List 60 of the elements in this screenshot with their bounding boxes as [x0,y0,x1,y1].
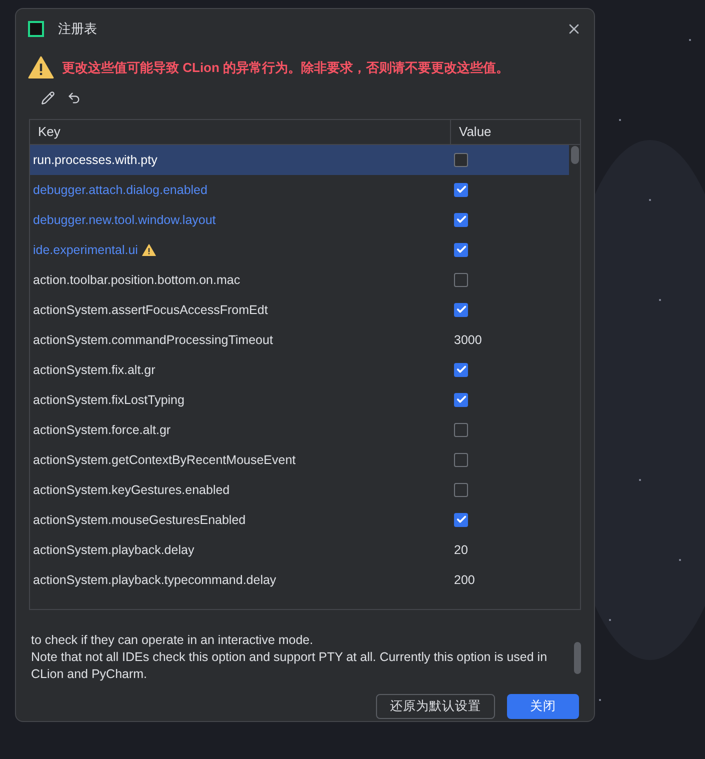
key-text: debugger.attach.dialog.enabled [33,182,208,199]
table-row[interactable]: run.processes.with.pty [30,144,569,175]
checkbox[interactable] [454,152,468,167]
checkbox[interactable] [454,422,468,437]
key-text: actionSystem.keyGestures.enabled [33,482,230,499]
checkbox[interactable] [454,272,468,287]
table-row[interactable]: actionSystem.getContextByRecentMouseEvent [30,444,569,475]
key-text: actionSystem.mouseGesturesEnabled [33,512,246,529]
app-logo-icon [28,21,44,37]
checkbox[interactable] [454,392,468,407]
value-cell: 20 [454,542,468,557]
value-cell: 3000 [454,332,482,347]
checkbox[interactable] [454,302,468,317]
close-button[interactable]: 关闭 [507,694,579,719]
key-text: actionSystem.force.alt.gr [33,422,171,439]
key-text: action.toolbar.position.bottom.on.mac [33,272,240,289]
checkbox[interactable] [454,482,468,497]
table-row[interactable]: actionSystem.fixLostTyping [30,384,569,415]
warning-icon [142,244,156,256]
column-header: Key [30,120,451,144]
key-text: ide.experimental.ui [33,242,138,259]
key-text: actionSystem.fix.alt.gr [33,362,156,379]
key-text: actionSystem.fixLostTyping [33,392,184,409]
table-row[interactable]: debugger.attach.dialog.enabled [30,174,569,205]
checkbox[interactable] [454,212,468,227]
table-row[interactable]: actionSystem.commandProcessingTimeout 3000 [30,324,569,355]
reset-button[interactable]: 还原为默认设置 [376,694,495,719]
description-text: Note that not all IDEs check this option and support PTY at all. Currently this option is used in CLion and PyCharm. [31,648,548,683]
value-cell: 200 [454,572,475,587]
scrollbar-thumb[interactable] [574,642,581,674]
table-row[interactable]: action.toolbar.position.bottom.on.mac [30,264,569,295]
key-text: debugger.new.tool.window.layout [33,212,216,229]
edit-icon[interactable] [41,90,55,105]
column-header: Value [458,123,492,142]
warning-icon [28,56,54,79]
table-row[interactable]: actionSystem.playback.delay 20 [30,534,569,565]
checkbox[interactable] [454,182,468,197]
table-row[interactable]: actionSystem.assertFocusAccessFromEdt [30,294,569,325]
checkbox[interactable] [454,362,468,377]
description-text: to check if they can operate in an interactive mode. [31,632,314,649]
key-text: actionSystem.assertFocusAccessFromEdt [33,302,268,319]
table-row[interactable]: actionSystem.fix.alt.gr [30,354,569,385]
table-row[interactable]: ide.experimental.ui [30,234,569,265]
undo-icon[interactable] [67,90,81,105]
table-row[interactable]: actionSystem.mouseGesturesEnabled [30,504,569,535]
key-text: actionSystem.commandProcessingTimeout [33,332,273,349]
checkbox[interactable] [454,512,468,527]
table-row[interactable]: debugger.new.tool.window.layout [30,204,569,235]
checkbox[interactable] [454,242,468,257]
warning-message: 更改这些值可能导致 CLion 的异常行为。除非要求，否则请不要更改这些值。 [62,58,510,77]
window-title: 注册表 [58,20,98,38]
key-text: run.processes.with.pty [33,152,158,169]
scrollbar-thumb[interactable] [571,146,579,164]
key-text: actionSystem.getContextByRecentMouseEvent [33,452,296,469]
key-text: actionSystem.playback.delay [33,542,194,559]
key-text: actionSystem.playback.typecommand.delay [33,572,276,589]
checkbox[interactable] [454,452,468,467]
table-row[interactable]: actionSystem.keyGestures.enabled [30,474,569,505]
table-row[interactable]: actionSystem.force.alt.gr [30,414,569,445]
table-row[interactable]: actionSystem.playback.typecommand.delay 200 [30,564,569,595]
